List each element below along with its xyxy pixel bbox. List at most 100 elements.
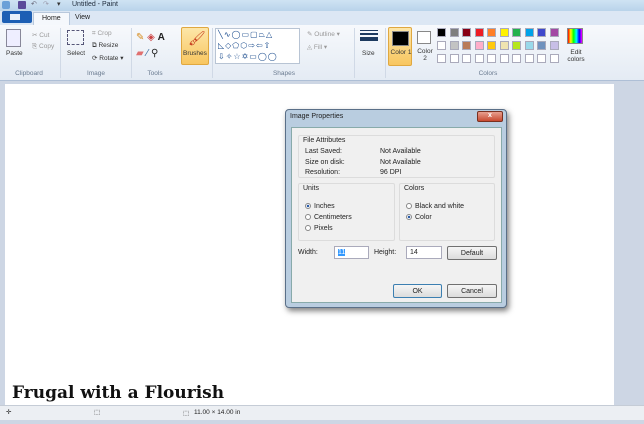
color-swatch[interactable] (437, 41, 446, 50)
eraser-icon[interactable]: ▰ (136, 48, 144, 59)
paint-app-icon (2, 1, 10, 9)
close-button[interactable]: x (477, 111, 503, 122)
attribute-row: Last Saved: Not Available (305, 148, 495, 159)
radio-button[interactable] (406, 214, 412, 221)
custom-color-slot[interactable] (537, 54, 546, 63)
radio-label: Pixels (314, 225, 333, 232)
clipboard-group-label: Clipboard (15, 70, 43, 77)
color-swatch[interactable] (474, 28, 484, 37)
color-swatch[interactable] (462, 41, 471, 50)
rotate-button[interactable]: ⟳ Rotate ▾ (92, 54, 124, 62)
color-swatch[interactable] (537, 28, 546, 37)
radio-option[interactable]: Centimeters (305, 212, 352, 223)
crop-label: Crop (97, 30, 112, 37)
tab-home[interactable]: Home (33, 12, 70, 25)
color-swatch[interactable] (512, 41, 521, 50)
magnifier-icon[interactable]: ⚲ (151, 48, 158, 59)
color-swatch[interactable] (524, 41, 534, 50)
color-swatch[interactable] (499, 41, 509, 50)
color-swatch[interactable] (474, 41, 484, 50)
file-attributes-label: File Attributes (303, 137, 346, 144)
height-label: Height: (374, 249, 397, 256)
color-swatch[interactable] (462, 28, 471, 37)
edit-colors-icon[interactable] (567, 28, 583, 44)
custom-color-slot[interactable] (437, 54, 446, 63)
dialog-body: File Attributes Last Saved: Not Available… (291, 127, 502, 303)
radio-button[interactable] (305, 214, 311, 221)
custom-color-slot[interactable] (487, 54, 496, 63)
edit-colors-button[interactable]: Edit colors (564, 49, 588, 63)
color-swatch[interactable] (449, 41, 459, 50)
radio-button[interactable] (305, 225, 311, 232)
colors-group-label: Colors (478, 70, 498, 77)
resize-button[interactable]: ⧉ Resize (92, 42, 118, 50)
tools-grid: ✎ ◈ A ▰ ⁄ ⚲ (136, 30, 165, 62)
paint-menu-button[interactable] (2, 11, 32, 23)
custom-color-slot[interactable] (524, 54, 534, 63)
default-button[interactable]: Default (447, 246, 497, 260)
canvas-size-text: 11.00 × 14.00 in (194, 409, 241, 416)
quick-access-dropdown-icon[interactable]: ▾ (57, 0, 61, 8)
copy-button[interactable]: ⎘ Copy (32, 43, 54, 51)
color1-label: Color 1 (390, 49, 412, 56)
color-swatch[interactable] (449, 28, 459, 37)
color-swatch[interactable] (437, 28, 446, 37)
custom-color-slot[interactable] (499, 54, 509, 63)
color-swatch[interactable] (487, 28, 496, 37)
color1-button[interactable]: Color 1 (388, 27, 412, 66)
radio-option[interactable]: Inches (305, 201, 352, 212)
attribute-value: Not Available (380, 148, 421, 155)
height-input[interactable]: 14 (406, 246, 442, 259)
rotate-label: Rotate (99, 55, 119, 62)
outline-button[interactable]: ✎ Outline ▾ (307, 30, 340, 38)
ok-button[interactable]: OK (393, 284, 442, 298)
radio-label: Centimeters (314, 214, 352, 221)
pencil-icon[interactable]: ✎ (136, 32, 144, 43)
select-button[interactable]: Select (67, 50, 85, 57)
color-swatch[interactable] (549, 28, 559, 37)
radio-option[interactable]: Black and white (406, 201, 464, 212)
custom-color-slot[interactable] (449, 54, 459, 63)
undo-icon[interactable]: ↶ (31, 0, 37, 8)
paste-button[interactable]: Paste (6, 50, 23, 57)
custom-color-slot[interactable] (462, 54, 471, 63)
radio-button[interactable] (305, 203, 311, 210)
fill-button[interactable]: ◬ Fill ▾ (307, 43, 327, 51)
tab-view[interactable]: View (67, 12, 98, 25)
cut-button[interactable]: ✂ Cut (32, 31, 49, 39)
color-picker-icon[interactable]: ⁄ (146, 48, 148, 59)
paste-icon[interactable] (6, 29, 21, 47)
radio-option[interactable]: Pixels (305, 223, 352, 234)
brushes-button[interactable]: 🖌 Brushes (181, 27, 209, 65)
color2-button[interactable]: Color 2 (415, 27, 435, 66)
color-swatch[interactable] (549, 41, 559, 50)
fill-bucket-icon[interactable]: ◈ (147, 32, 155, 43)
attribute-value: 96 DPI (380, 169, 402, 176)
color-swatch[interactable] (499, 28, 509, 37)
text-icon[interactable]: A (158, 32, 165, 43)
size-button[interactable]: Size (362, 50, 375, 57)
save-icon[interactable] (18, 1, 26, 9)
color-swatch[interactable] (487, 41, 496, 50)
size-icon[interactable] (360, 30, 378, 41)
custom-color-slot[interactable] (474, 54, 484, 63)
custom-color-slot[interactable] (512, 54, 521, 63)
redo-icon[interactable]: ↷ (43, 0, 49, 8)
width-input[interactable]: 11 (334, 246, 369, 259)
shapes-gallery[interactable]: ╲∿◯▭▢⏢△ ◺◇⬠⬡⇨⇦⇧ ⇩✧☆✡▭◯◯ (215, 28, 300, 64)
shapes-group-label: Shapes (272, 70, 296, 77)
brush-icon: 🖌 (188, 30, 206, 46)
cancel-button[interactable]: Cancel (447, 284, 497, 298)
file-attributes-group: File Attributes Last Saved: Not Available… (298, 135, 495, 178)
fill-label: Fill (313, 44, 323, 51)
radio-button[interactable] (406, 203, 412, 210)
units-label: Units (303, 185, 319, 192)
color-swatch[interactable] (524, 28, 534, 37)
custom-color-slot[interactable] (549, 54, 559, 63)
selection-size-icon: ⬚ (94, 409, 101, 416)
crop-button[interactable]: ⌗ Crop (92, 30, 112, 38)
radio-option[interactable]: Color (406, 212, 464, 223)
color-swatch[interactable] (512, 28, 521, 37)
select-icon[interactable] (67, 30, 84, 45)
color-swatch[interactable] (537, 41, 546, 50)
